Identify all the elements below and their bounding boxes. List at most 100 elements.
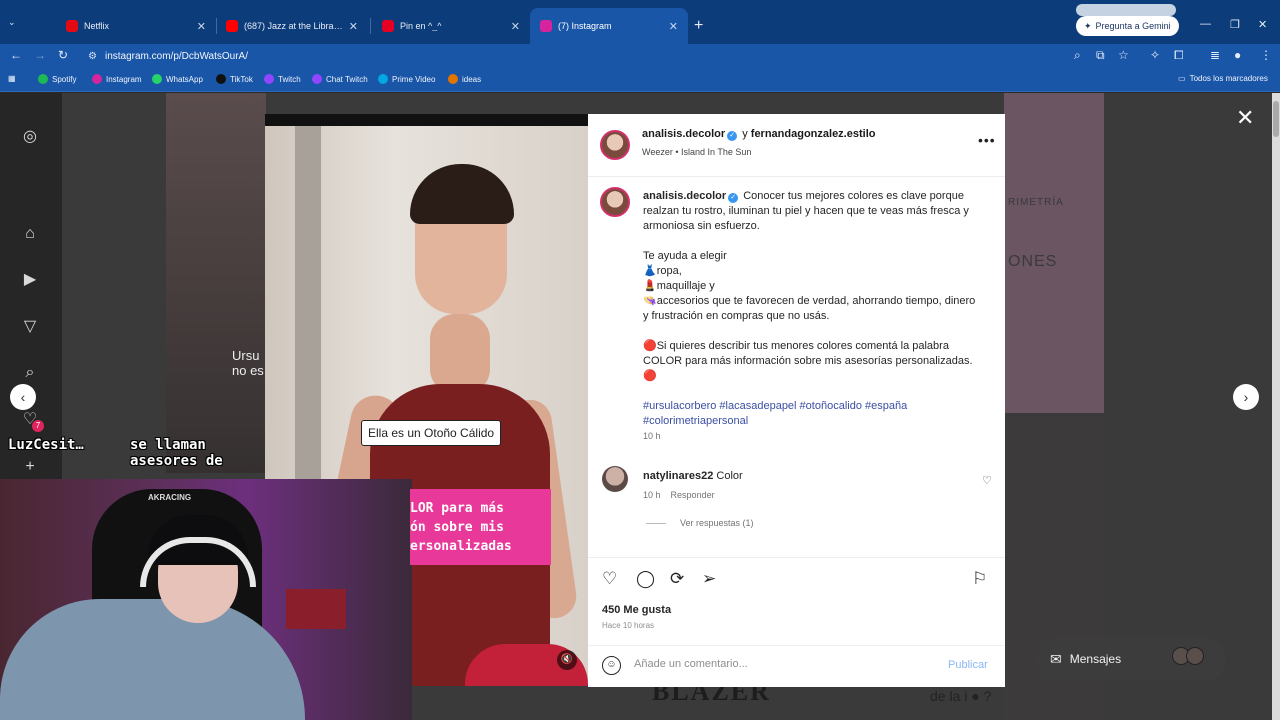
reels-icon[interactable]: ▶ xyxy=(20,270,40,290)
all-bookmarks[interactable]: ▭ Todos los marcadores xyxy=(1178,74,1268,83)
tab-youtube[interactable]: (687) Jazz at the Library 🏝️ 1 H ✕ xyxy=(216,8,368,44)
save-icon[interactable]: ⚐ xyxy=(972,569,987,589)
gemini-tooltip-shadow xyxy=(1076,4,1176,16)
emoji-icon[interactable]: ☺ xyxy=(602,656,621,675)
site-info-icon[interactable]: ⚙ xyxy=(88,51,97,62)
bookmark-whatsapp[interactable]: WhatsApp xyxy=(152,74,203,84)
view-replies-label: Ver respuestas (1) xyxy=(680,518,754,528)
apps-grid-icon[interactable]: ▦ xyxy=(8,74,16,83)
commenter-avatar[interactable] xyxy=(602,466,628,492)
reload-icon[interactable]: ↻ xyxy=(58,48,68,62)
back-icon[interactable]: ← xyxy=(10,48,22,62)
next-post-button[interactable]: › xyxy=(1233,384,1259,410)
close-tab-icon[interactable]: ✕ xyxy=(669,20,678,33)
header-divider xyxy=(588,176,1005,177)
caption-list-item: 👒accesorios que te favorecen de verdad, … xyxy=(643,295,976,322)
mute-icon[interactable]: 🔇 xyxy=(557,650,577,670)
browser-menu-icon[interactable]: ⋮ xyxy=(1260,48,1272,62)
activity-icon[interactable]: ▽ xyxy=(20,317,40,337)
bookmark-twitch[interactable]: Twitch xyxy=(264,74,301,84)
page-scrollbar[interactable] xyxy=(1272,93,1280,720)
browser-toolbar: ← → ↻ ⚙ instagram.com/p/DcbWatsOurA/ ⌕ ⧉… xyxy=(0,44,1280,68)
banner-line: ersonalizadas xyxy=(410,539,512,554)
repost-icon[interactable]: ⟳ xyxy=(670,569,684,589)
home-icon[interactable]: ⌂ xyxy=(20,224,40,244)
search-icon[interactable]: ⌕ xyxy=(20,363,40,383)
youtube-icon xyxy=(226,20,238,32)
bookmark-ideas[interactable]: ideas xyxy=(448,74,481,84)
bookmarks-bar: ▦ Spotify Instagram WhatsApp TikTok Twit… xyxy=(0,68,1280,92)
caption-hashtags[interactable]: #ursulacorbero #lacasadepapel #otoñocali… xyxy=(643,399,983,429)
bookmark-spotify[interactable]: Spotify xyxy=(38,74,76,84)
close-icon[interactable]: ✕ xyxy=(1236,105,1254,131)
bookmark-label: Spotify xyxy=(52,74,77,84)
gemini-icon: ✦ xyxy=(1084,20,1092,31)
like-comment-icon[interactable]: ♡ xyxy=(982,474,992,487)
coauthor-username[interactable]: fernandagonzalez.estilo xyxy=(751,128,876,140)
notification-badge: 7 xyxy=(32,420,44,432)
verified-icon: ✓ xyxy=(727,131,738,141)
gemini-button[interactable]: ✦ Pregunta a Gemini xyxy=(1076,16,1179,36)
install-icon[interactable]: ⧉ xyxy=(1096,48,1105,63)
comment-username[interactable]: natylinares22 xyxy=(643,470,713,482)
caption-help: Te ayuda a elegir xyxy=(643,250,727,262)
extension-icon[interactable]: ✧ xyxy=(1150,48,1160,62)
spotify-icon xyxy=(38,74,48,84)
window-close-icon[interactable]: ✕ xyxy=(1258,18,1267,31)
bookmark-label: ideas xyxy=(462,74,482,84)
profile-avatar-icon[interactable]: ● xyxy=(1234,48,1241,62)
bookmark-prime-video[interactable]: Prime Video xyxy=(378,74,435,84)
minimize-icon[interactable]: — xyxy=(1200,18,1211,30)
extensions-puzzle-icon[interactable]: ⧠ xyxy=(1174,48,1184,63)
folder-icon: ▭ xyxy=(1178,74,1186,83)
twitch-icon xyxy=(312,74,322,84)
post-caption: analisis.decolor ✓ Conocer tus mejores co… xyxy=(643,189,983,444)
stream-chat-overlay: LuzCesit… se llaman asesores de xyxy=(8,437,223,469)
tab-title: (7) Instagram xyxy=(558,21,612,31)
caption-username[interactable]: analisis.decolor xyxy=(643,190,726,202)
url-text: instagram.com/p/DcbWatsOurA/ xyxy=(104,50,248,62)
caption-avatar[interactable] xyxy=(600,187,630,217)
more-options-icon[interactable]: ••• xyxy=(978,132,996,148)
bookmark-chat-twitch[interactable]: Chat Twitch xyxy=(312,74,368,84)
author-avatar[interactable] xyxy=(600,130,630,160)
bookmark-star-icon[interactable]: ☆ xyxy=(1118,48,1129,62)
close-tab-icon[interactable]: ✕ xyxy=(349,20,358,33)
scrollbar-thumb[interactable] xyxy=(1273,101,1279,137)
caption-time: 10 h xyxy=(643,431,661,441)
publish-button[interactable]: Publicar xyxy=(948,659,988,671)
messages-icon: ✉ xyxy=(1050,650,1062,667)
close-tab-icon[interactable]: ✕ xyxy=(197,20,206,33)
comment-input[interactable] xyxy=(634,658,934,670)
comment-meta: 10 h Responder xyxy=(643,490,715,500)
bookmark-label: WhatsApp xyxy=(166,74,203,84)
tab-search-icon[interactable]: ⌄ xyxy=(8,17,16,28)
zoom-icon[interactable]: ⌕ xyxy=(1074,48,1081,63)
tab-netflix[interactable]: Netflix ✕ xyxy=(56,8,216,44)
share-icon[interactable]: ➢ xyxy=(702,569,716,589)
tab-title: (687) Jazz at the Library 🏝️ 1 H xyxy=(244,20,343,31)
likes-count[interactable]: 450 Me gusta xyxy=(602,604,671,616)
address-bar[interactable]: ⚙ instagram.com/p/DcbWatsOurA/ xyxy=(80,46,1100,66)
background-post-left xyxy=(166,93,266,473)
tab-pinterest[interactable]: Pin en ^_^ ✕ xyxy=(372,8,530,44)
post-audio[interactable]: Weezer • Island In The Sun xyxy=(642,147,751,157)
new-tab-button[interactable]: + xyxy=(694,17,703,35)
ideas-icon xyxy=(448,74,458,84)
bookmark-instagram[interactable]: Instagram xyxy=(92,74,142,84)
bookmark-label: TikTok xyxy=(230,74,253,84)
instagram-logo-icon[interactable]: ◎ xyxy=(20,127,40,147)
forward-icon[interactable]: → xyxy=(34,48,46,62)
reading-list-icon[interactable]: ≣ xyxy=(1210,48,1220,62)
close-tab-icon[interactable]: ✕ xyxy=(511,20,520,33)
maximize-icon[interactable]: ❐ xyxy=(1230,18,1240,31)
comment-icon[interactable]: ◯ xyxy=(636,569,655,589)
previous-post-button[interactable]: ‹ xyxy=(10,384,36,410)
view-replies-button[interactable]: Ver respuestas (1) xyxy=(646,518,754,528)
author-username[interactable]: analisis.decolor xyxy=(642,128,725,140)
banner-line: LOR para más xyxy=(410,501,504,516)
reply-button[interactable]: Responder xyxy=(671,490,715,500)
like-icon[interactable]: ♡ xyxy=(602,569,617,589)
bookmark-tiktok[interactable]: TikTok xyxy=(216,74,253,84)
tab-instagram[interactable]: (7) Instagram ✕ xyxy=(530,8,688,44)
